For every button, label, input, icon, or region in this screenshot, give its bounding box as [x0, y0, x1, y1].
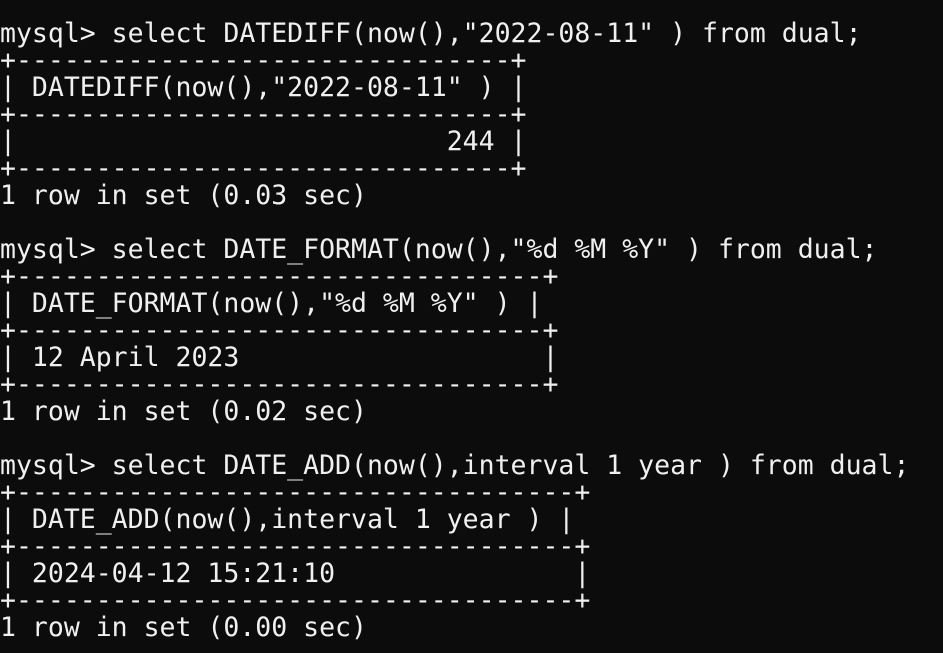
- table-border-header: +-------------------------------+: [0, 99, 527, 130]
- table-border-header: +-----------------------------------+: [0, 531, 591, 562]
- table-header-date-add: | DATE_ADD(now(),interval 1 year ) |: [0, 504, 575, 535]
- table-border-bottom: +-------------------------------+: [0, 153, 527, 184]
- command-line-datediff: mysql> select DATEDIFF(now(),"2022-08-11…: [0, 18, 862, 49]
- table-row-date-add-result: | 2024-04-12 15:21:10 |: [0, 558, 591, 589]
- table-border-bottom: +-----------------------------------+: [0, 585, 591, 616]
- table-header-datediff: | DATEDIFF(now(),"2022-08-11" ) |: [0, 72, 527, 103]
- terminal-window[interactable]: mysql> select DATEDIFF(now(),"2022-08-11…: [0, 0, 943, 653]
- table-border-top: +---------------------------------+: [0, 261, 559, 292]
- table-row-datediff-result: | 244 |: [0, 126, 527, 157]
- table-row-date-format-result: | 12 April 2023 |: [0, 342, 559, 373]
- result-summary-date-format: 1 row in set (0.02 sec): [0, 396, 367, 427]
- command-line-date-format: mysql> select DATE_FORMAT(now(),"%d %M %…: [0, 234, 878, 265]
- table-border-header: +---------------------------------+: [0, 315, 559, 346]
- result-summary-datediff: 1 row in set (0.03 sec): [0, 180, 367, 211]
- table-border-top: +-----------------------------------+: [0, 477, 591, 508]
- command-line-date-add: mysql> select DATE_ADD(now(),interval 1 …: [0, 450, 910, 481]
- table-header-date-format: | DATE_FORMAT(now(),"%d %M %Y" ) |: [0, 288, 543, 319]
- table-border-top: +-------------------------------+: [0, 45, 527, 76]
- result-summary-date-add: 1 row in set (0.00 sec): [0, 612, 367, 643]
- table-border-bottom: +---------------------------------+: [0, 369, 559, 400]
